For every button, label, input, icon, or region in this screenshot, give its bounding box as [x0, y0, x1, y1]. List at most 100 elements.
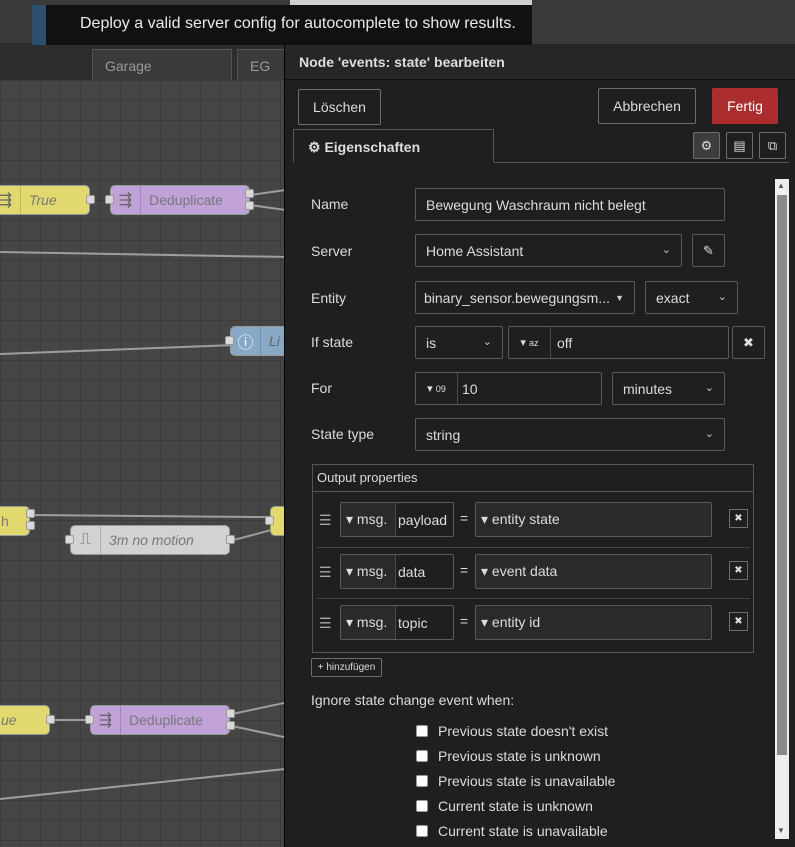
add-output-button[interactable]: + hinzufügen	[311, 658, 382, 677]
ifstate-operator-select[interactable]: is ⌄	[415, 326, 503, 359]
cancel-button[interactable]: Abbrechen	[598, 88, 696, 124]
ignore-label: Ignore state change event when:	[311, 692, 515, 708]
drag-handle-icon[interactable]: ☰	[319, 615, 332, 632]
statetype-label: State type	[311, 426, 375, 442]
checkbox[interactable]	[416, 750, 428, 762]
for-value-input[interactable]: ▾ 09 10	[415, 372, 602, 405]
msg-property-input[interactable]: ▾ msg. data	[340, 554, 454, 589]
ignore-option[interactable]: Current state is unavailable	[416, 823, 608, 839]
tab-label: Eigenschaften	[324, 139, 421, 155]
ignore-option[interactable]: Previous state is unavailable	[416, 773, 615, 789]
entity-match-select[interactable]: exact ⌄	[645, 281, 738, 314]
delete-button[interactable]: Löschen	[298, 89, 381, 125]
for-unit-select[interactable]: minutes ⌄	[612, 372, 725, 405]
description-icon[interactable]: ▤	[726, 132, 753, 159]
node-port[interactable]	[85, 715, 94, 724]
settings-icon[interactable]: ⚙	[693, 132, 720, 159]
remove-ifstate-button[interactable]: ✖	[732, 326, 765, 359]
node-port[interactable]	[26, 509, 35, 518]
flow-tab-eg[interactable]: EG	[237, 49, 290, 80]
node-port[interactable]	[226, 535, 235, 544]
node-port[interactable]	[46, 715, 55, 724]
entity-match-value: exact	[656, 290, 690, 306]
scrollbar-thumb[interactable]	[777, 195, 787, 755]
msg-property-input[interactable]: ▾ msg. topic	[340, 605, 454, 640]
output-row: ☰ ▾ msg. topic = ▾ entity id ✖	[317, 598, 750, 648]
scroll-up-icon[interactable]: ▲	[777, 181, 785, 190]
msg-type-selector[interactable]: ▾ msg.	[341, 555, 396, 588]
output-value-select[interactable]: ▾ event data	[475, 554, 712, 589]
remove-row-button[interactable]: ✖	[729, 612, 748, 631]
trigger-node-3m[interactable]: ⎍ 3m no motion	[70, 525, 230, 555]
edit-server-button[interactable]: ✎	[692, 234, 725, 267]
switch-icon: ⇶	[0, 186, 21, 214]
filter-icon: ⇶	[91, 706, 121, 734]
output-row: ☰ ▾ msg. payload = ▾ entity state ✖	[317, 496, 750, 546]
done-button[interactable]: Fertig	[712, 88, 778, 124]
server-select[interactable]: Home Assistant ⌄	[415, 234, 682, 267]
checkbox[interactable]	[416, 775, 428, 787]
ignore-option[interactable]: Previous state is unknown	[416, 748, 601, 764]
msg-property-input[interactable]: ▾ msg. payload	[340, 502, 454, 537]
ifstate-value-input[interactable]: ▾ az off	[508, 326, 729, 359]
node-port[interactable]	[226, 709, 235, 718]
chevron-down-icon: ⌄	[717, 291, 727, 303]
info-icon: ⓘ	[231, 327, 261, 355]
checkbox[interactable]	[416, 800, 428, 812]
number-type-selector[interactable]: ▾ 09	[416, 373, 458, 404]
node-port[interactable]	[226, 721, 235, 730]
wire	[232, 701, 287, 715]
deduplicate-node[interactable]: ⇶ Deduplicate	[110, 185, 250, 215]
option-label: Current state is unknown	[438, 798, 593, 814]
chevron-down-icon: ⌄	[482, 336, 492, 348]
drag-handle-icon[interactable]: ☰	[319, 512, 332, 529]
gear-icon: ⚙	[308, 139, 321, 155]
node-port[interactable]	[245, 201, 254, 210]
wire	[0, 343, 235, 355]
output-value-select[interactable]: ▾ entity id	[475, 605, 712, 640]
node-port[interactable]	[26, 521, 35, 530]
entity-value: binary_sensor.bewegungsm...	[424, 290, 610, 306]
toast-message: Deploy a valid server config for autocom…	[80, 15, 516, 32]
node-port[interactable]	[245, 189, 254, 198]
deduplicate-node-2[interactable]: ⇶ Deduplicate	[90, 705, 230, 735]
node-port[interactable]	[105, 195, 114, 204]
equals-sign: =	[460, 510, 469, 526]
msg-type-selector[interactable]: ▾ msg.	[341, 503, 396, 536]
wire	[50, 719, 90, 721]
drag-handle-icon[interactable]: ☰	[319, 564, 332, 581]
checkbox[interactable]	[416, 725, 428, 737]
string-type-selector[interactable]: ▾ az	[509, 327, 551, 358]
chevron-down-icon: ⌄	[704, 382, 714, 394]
ignore-option[interactable]: Current state is unknown	[416, 798, 593, 814]
switch-node-true[interactable]: ⇶ True	[0, 185, 90, 215]
scroll-down-icon[interactable]: ▼	[777, 826, 785, 835]
flow-tabs: Garage EG	[0, 44, 290, 80]
remove-row-button[interactable]: ✖	[729, 561, 748, 580]
output-value-select[interactable]: ▾ entity state	[475, 502, 712, 537]
remove-row-button[interactable]: ✖	[729, 509, 748, 528]
chevron-down-icon: ⌄	[704, 428, 714, 440]
statetype-select[interactable]: string ⌄	[415, 418, 725, 451]
node-port[interactable]	[86, 195, 95, 204]
entity-input[interactable]: binary_sensor.bewegungsm... ▼	[415, 281, 635, 314]
msg-property-value: topic	[398, 615, 428, 631]
tab-properties[interactable]: ⚙ Eigenschaften	[293, 129, 494, 163]
info-node[interactable]: ⓘ Li	[230, 326, 290, 356]
for-value: 10	[462, 381, 478, 397]
node-label: True	[29, 192, 57, 208]
node-port[interactable]	[225, 336, 234, 345]
appearance-icon[interactable]: ⧉	[759, 132, 786, 159]
flow-tab-empty[interactable]	[0, 49, 85, 80]
option-label: Previous state is unavailable	[438, 773, 616, 789]
flow-workspace[interactable]: Garage EG ⇶ True ⇶ Deduplicate ⓘ Li h ⎍ …	[0, 0, 290, 847]
node-port[interactable]	[265, 516, 274, 525]
option-label: Previous state is unknown	[438, 748, 601, 764]
checkbox[interactable]	[416, 825, 428, 837]
msg-type-selector[interactable]: ▾ msg.	[341, 606, 396, 639]
node-port[interactable]	[65, 535, 74, 544]
name-input[interactable]: Bewegung Waschraum nicht belegt	[415, 188, 725, 221]
switch-node-true-2[interactable]: ue	[0, 705, 50, 735]
flow-tab-garage[interactable]: Garage	[92, 49, 232, 80]
ignore-option[interactable]: Previous state doesn't exist	[416, 723, 608, 739]
